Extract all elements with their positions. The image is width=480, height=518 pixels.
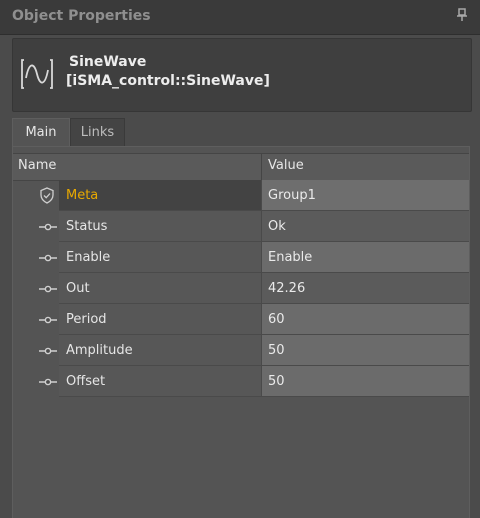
property-value-status: Ok — [268, 219, 286, 234]
property-row-meta[interactable]: Meta Group1 — [13, 180, 469, 211]
object-type: [iSMA_control::SineWave] — [66, 73, 270, 89]
property-row-amplitude[interactable]: Amplitude 50 — [13, 335, 469, 366]
property-value-meta: Group1 — [268, 188, 316, 203]
shield-check-icon — [40, 187, 54, 204]
property-name-amplitude: Amplitude — [66, 343, 133, 358]
slot-icon — [39, 254, 57, 262]
properties-grid-area: Name Value Meta Group1 Status Ok Enable … — [12, 146, 470, 518]
property-row-enable[interactable]: Enable Enable — [13, 242, 469, 273]
property-value-cell-status[interactable] — [261, 211, 469, 242]
property-name-period: Period — [66, 312, 107, 327]
object-header: SineWave [iSMA_control::SineWave] — [12, 38, 472, 112]
panel-title: Object Properties — [12, 8, 151, 24]
panel-titlebar: Object Properties — [0, 0, 480, 35]
property-name-offset: Offset — [66, 374, 106, 389]
property-row-status[interactable]: Status Ok — [13, 211, 469, 242]
slot-icon — [39, 347, 57, 355]
sine-wave-icon — [21, 59, 53, 89]
property-value-enable: Enable — [268, 250, 313, 265]
column-header-name[interactable]: Name — [18, 158, 56, 173]
slot-icon — [39, 285, 57, 293]
property-value-amplitude: 50 — [268, 343, 285, 358]
property-value-out: 42.26 — [268, 281, 306, 296]
column-header-value[interactable]: Value — [268, 158, 304, 173]
property-value-cell-amplitude[interactable] — [261, 335, 469, 366]
property-row-period[interactable]: Period 60 — [13, 304, 469, 335]
property-name-status: Status — [66, 219, 108, 234]
property-row-out[interactable]: Out 42.26 — [13, 273, 469, 304]
slot-icon — [39, 378, 57, 386]
object-name: SineWave — [69, 54, 147, 70]
property-value-cell-offset[interactable] — [261, 366, 469, 397]
property-name-out: Out — [66, 281, 90, 296]
grid-header: Name Value — [13, 153, 469, 181]
property-value-cell-period[interactable] — [261, 304, 469, 335]
property-value-offset: 50 — [268, 374, 285, 389]
pin-icon[interactable] — [456, 8, 468, 22]
property-value-period: 60 — [268, 312, 285, 327]
property-name-meta: Meta — [66, 188, 99, 203]
tab-links[interactable]: Links — [70, 118, 125, 146]
property-name-enable: Enable — [66, 250, 111, 265]
slot-icon — [39, 223, 57, 231]
object-properties-panel: Object Properties SineWave [iSMA_control… — [0, 0, 480, 518]
tab-main[interactable]: Main — [12, 118, 70, 146]
property-row-offset[interactable]: Offset 50 — [13, 366, 469, 397]
slot-icon — [39, 316, 57, 324]
column-divider[interactable] — [261, 154, 262, 180]
